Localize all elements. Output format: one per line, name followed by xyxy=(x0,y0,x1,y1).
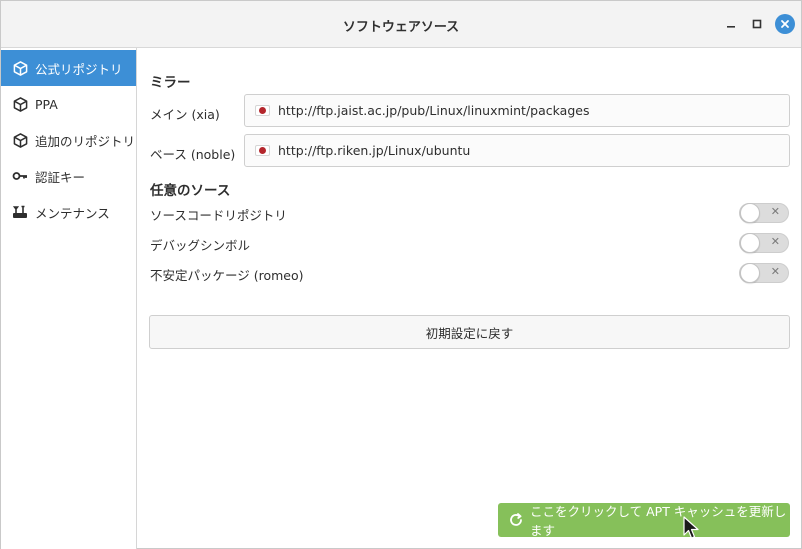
off-icon: ✕ xyxy=(770,265,780,278)
restore-defaults-button[interactable]: 初期設定に戻す xyxy=(149,315,790,349)
sidebar-item-maintenance[interactable]: メンテナンス xyxy=(1,194,136,230)
base-mirror-label: ベース (noble) xyxy=(150,147,236,162)
sidebar: 公式リポジトリ PPA 追加のリポジトリ 認証キー メンテナンス xyxy=(1,48,137,549)
mirrors-heading: ミラー xyxy=(150,75,191,91)
japan-flag-icon xyxy=(255,145,270,156)
main-mirror-selector[interactable]: http://ftp.jaist.ac.jp/pub/Linux/linuxmi… xyxy=(244,94,790,127)
sidebar-item-ppa[interactable]: PPA xyxy=(1,86,136,122)
sidebar-item-label: 認証キー xyxy=(35,169,86,185)
sidebar-item-additional-repositories[interactable]: 追加のリポジトリ xyxy=(1,122,136,158)
debug-symbols-toggle[interactable]: ✕ xyxy=(739,233,789,253)
update-apt-cache-button[interactable]: ここをクリックして APT キャッシュを更新します xyxy=(498,503,790,538)
off-icon: ✕ xyxy=(770,235,780,248)
software-sources-window: ソフトウェアソース 公式リポジトリ PPA 追加のリポジトリ 認証キー メンテナ… xyxy=(0,0,802,549)
sidebar-item-label: メンテナンス xyxy=(35,205,110,221)
unstable-packages-toggle[interactable]: ✕ xyxy=(739,263,789,283)
minimize-icon xyxy=(727,26,735,28)
package-icon xyxy=(12,96,28,112)
debug-symbols-label: デバッグシンボル xyxy=(150,238,251,253)
japan-flag-icon xyxy=(255,105,270,116)
window-title: ソフトウェアソース xyxy=(342,20,460,35)
base-mirror-selector[interactable]: http://ftp.riken.jp/Linux/ubuntu xyxy=(244,134,790,167)
mouse-cursor-icon xyxy=(683,516,699,539)
source-code-toggle[interactable]: ✕ xyxy=(739,203,789,223)
sidebar-item-label: PPA xyxy=(35,96,58,112)
optional-sources-heading: 任意のソース xyxy=(150,183,231,199)
sidebar-item-label: 公式リポジトリ xyxy=(35,61,123,77)
main-mirror-url: http://ftp.jaist.ac.jp/pub/Linux/linuxmi… xyxy=(278,103,590,118)
tools-icon xyxy=(12,204,28,220)
toggle-knob xyxy=(740,203,760,223)
unstable-packages-label: 不安定パッケージ (romeo) xyxy=(150,268,304,283)
sidebar-item-label: 追加のリポジトリ xyxy=(35,133,136,149)
base-mirror-url: http://ftp.riken.jp/Linux/ubuntu xyxy=(278,143,471,158)
package-icon xyxy=(12,60,28,76)
source-code-label: ソースコードリポジトリ xyxy=(150,208,287,223)
maximize-button[interactable] xyxy=(747,14,767,34)
toggle-knob xyxy=(740,233,760,253)
refresh-icon xyxy=(508,512,524,528)
minimize-button[interactable] xyxy=(721,14,741,34)
maximize-icon xyxy=(752,19,762,29)
main-mirror-label: メイン (xia) xyxy=(150,107,220,122)
close-icon xyxy=(781,20,789,28)
close-button[interactable] xyxy=(775,14,795,34)
toggle-knob xyxy=(740,263,760,283)
restore-defaults-label: 初期設定に戻す xyxy=(425,325,514,341)
title-bar[interactable]: ソフトウェアソース xyxy=(1,1,801,48)
sidebar-item-official-repositories[interactable]: 公式リポジトリ xyxy=(1,50,136,86)
off-icon: ✕ xyxy=(770,205,780,218)
update-apt-cache-label: ここをクリックして APT キャッシュを更新します xyxy=(530,504,787,538)
sidebar-item-authentication-keys[interactable]: 認証キー xyxy=(1,158,136,194)
key-icon xyxy=(12,168,28,184)
package-icon xyxy=(12,132,28,148)
